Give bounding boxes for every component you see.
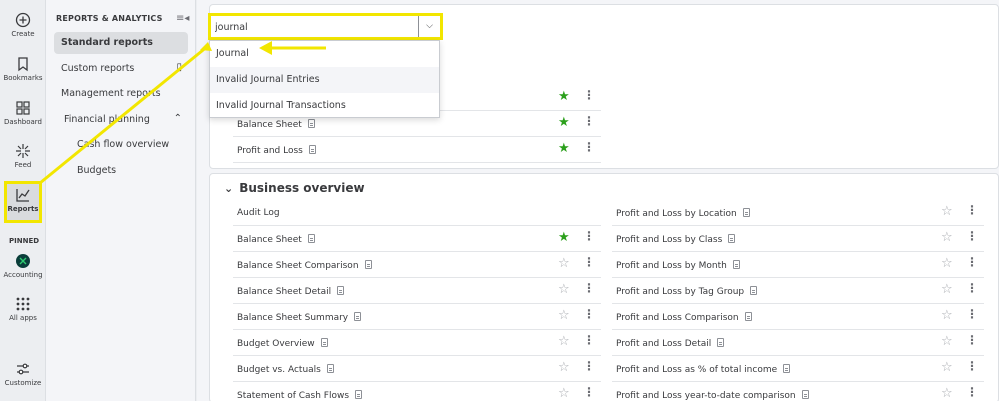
annotation-arrow-line [39, 44, 209, 185]
annotation-arrows [39, 41, 326, 185]
annotation-arrowhead [200, 42, 212, 51]
annotation-arrowhead [259, 41, 272, 55]
